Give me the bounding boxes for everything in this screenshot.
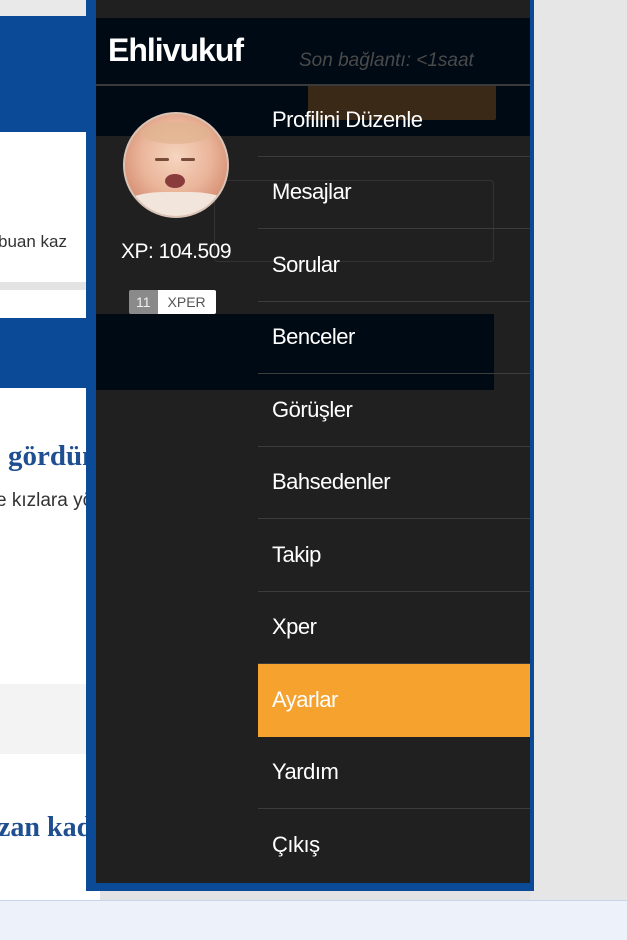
menu-item-mesajlar[interactable]: Mesajlar: [258, 157, 530, 229]
drawer-header: Ehlivukuf Son bağlantı: <1saat: [96, 18, 530, 86]
background-divider: [0, 282, 100, 290]
background-header-bar: [0, 0, 100, 132]
menu-item-takip[interactable]: Takip: [258, 519, 530, 592]
menu-item-profilini-duzenle[interactable]: Profilini Düzenle: [258, 84, 530, 157]
menu-item-xper[interactable]: Xper: [258, 592, 530, 664]
menu-item-gorusler[interactable]: Görüşler: [258, 374, 530, 447]
menu-item-sorular[interactable]: Sorular: [258, 229, 530, 302]
navigation-drawer: Ehlivukuf Son bağlantı: <1saat XP: 104.5…: [96, 0, 530, 883]
last-seen-text: Son bağlantı: <1saat: [299, 50, 474, 71]
avatar-mouth: [165, 174, 185, 188]
menu-item-cikis[interactable]: Çıkış: [258, 809, 530, 882]
app-page: buan kaz gördünüz mü hiç? e kızlara yöne…: [0, 0, 627, 940]
avatar-blanket: [125, 192, 227, 216]
menu-item-bahsedenler[interactable]: Bahsedenler: [258, 447, 530, 519]
bottom-strip: [0, 900, 627, 940]
avatar-eye: [155, 158, 169, 161]
avatar-hair: [141, 122, 211, 144]
drawer-menu: Profilini Düzenle Mesajlar Sorular Bence…: [258, 84, 530, 882]
level-badge: 11 XPER: [129, 290, 216, 314]
background-right-panel: [530, 0, 627, 900]
avatar[interactable]: [123, 112, 229, 218]
background-section-bar: [0, 318, 100, 388]
menu-item-benceler[interactable]: Benceler: [258, 302, 530, 374]
background-divider: [0, 684, 100, 754]
level-number: 11: [129, 290, 158, 314]
avatar-eye: [181, 158, 195, 161]
level-label: XPER: [157, 290, 216, 314]
background-top-strip: [0, 0, 100, 16]
menu-item-yardim[interactable]: Yardım: [258, 737, 530, 809]
menu-item-ayarlar[interactable]: Ayarlar: [258, 664, 530, 737]
background-text-kazan: buan kaz: [0, 232, 67, 251]
brand-username[interactable]: Ehlivukuf: [108, 32, 244, 69]
xp-label: XP: 104.509: [120, 240, 232, 263]
